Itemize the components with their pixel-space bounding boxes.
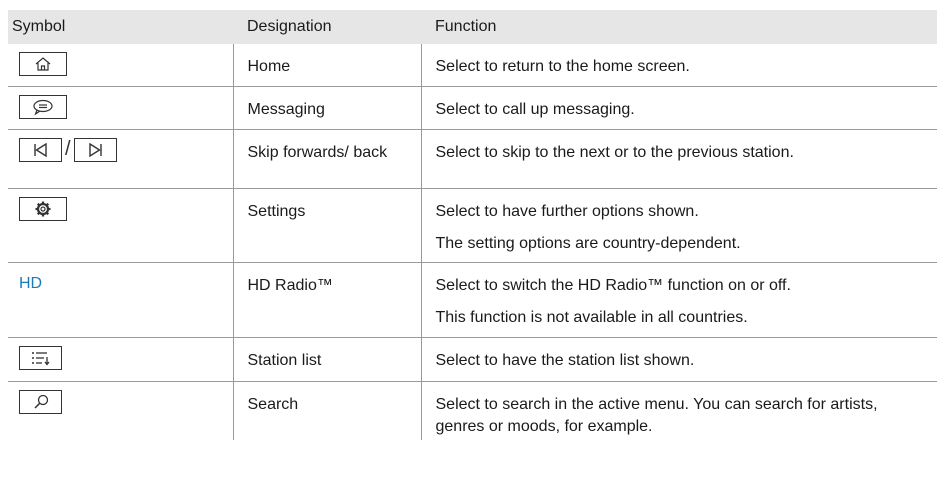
designation-cell: Search (232, 381, 421, 440)
symbol-cell: HD (8, 262, 233, 337)
header-function: Function (421, 10, 937, 44)
symbol-table: Symbol Designation Function Home Select … (8, 10, 937, 440)
designation-cell: Skip forwards/ back (232, 129, 421, 188)
function-cell: Select to skip to the next or to the pre… (420, 129, 937, 188)
designation-cell: Home (232, 44, 421, 86)
skip-back-icon (19, 137, 62, 162)
function-text: Select to search in the active menu. You… (435, 395, 878, 435)
function-text: Select to have the station list shown. (435, 351, 695, 369)
search-icon (19, 389, 62, 414)
table-row: Messaging Select to call up messaging. (8, 86, 937, 129)
table-row: Search Select to search in the active me… (8, 381, 937, 440)
table-row: / Skip forwards/ back Select to skip to … (8, 129, 937, 188)
designation-cell: Settings (232, 188, 421, 262)
skip-separator: / (65, 138, 71, 160)
symbol-cell (8, 86, 233, 129)
function-text: Select to return to the home screen. (435, 58, 690, 75)
symbol-table-page: Symbol Designation Function Home Select … (0, 0, 945, 490)
symbol-cell (8, 381, 233, 440)
station-list-icon (19, 345, 62, 370)
function-cell: Select to switch the HD Radio™ function … (420, 262, 937, 337)
function-note: This function is not available in all co… (435, 308, 748, 326)
symbol-cell (8, 337, 233, 381)
designation-cell: Messaging (232, 86, 421, 129)
settings-icon (19, 196, 67, 221)
table-row: Home Select to return to the home screen… (8, 44, 937, 86)
function-text: Select to switch the HD Radio™ function … (435, 276, 791, 294)
symbol-cell (8, 44, 233, 86)
function-text: Select to have further options shown. (435, 202, 699, 220)
function-text: Select to skip to the next or to the pre… (435, 143, 794, 161)
function-cell: Select to search in the active menu. You… (420, 381, 937, 440)
table-row: Station list Select to have the station … (8, 337, 937, 381)
designation-cell: HD Radio™ (232, 262, 421, 337)
function-cell: Select to return to the home screen. (420, 44, 937, 86)
table-row: HD HD Radio™ Select to switch the HD Rad… (8, 262, 937, 337)
designation-cell: Station list (232, 337, 421, 381)
hd-symbol: HD (19, 274, 43, 292)
skip-forward-icon (73, 137, 117, 162)
table-row: Settings Select to have further options … (8, 188, 937, 262)
messaging-icon (19, 94, 67, 119)
function-cell: Select to have further options shown. Th… (420, 188, 937, 262)
header-designation: Designation (233, 10, 421, 44)
function-cell: Select to have the station list shown. (420, 337, 937, 381)
function-note: The setting options are country-dependen… (435, 234, 741, 252)
symbol-cell (8, 188, 233, 262)
symbol-cell: / (8, 129, 233, 188)
table-header-row: Symbol Designation Function (8, 10, 937, 44)
header-symbol: Symbol (8, 10, 233, 44)
home-icon (19, 52, 67, 76)
function-text: Select to call up messaging. (435, 100, 635, 118)
function-cell: Select to call up messaging. (420, 86, 937, 129)
